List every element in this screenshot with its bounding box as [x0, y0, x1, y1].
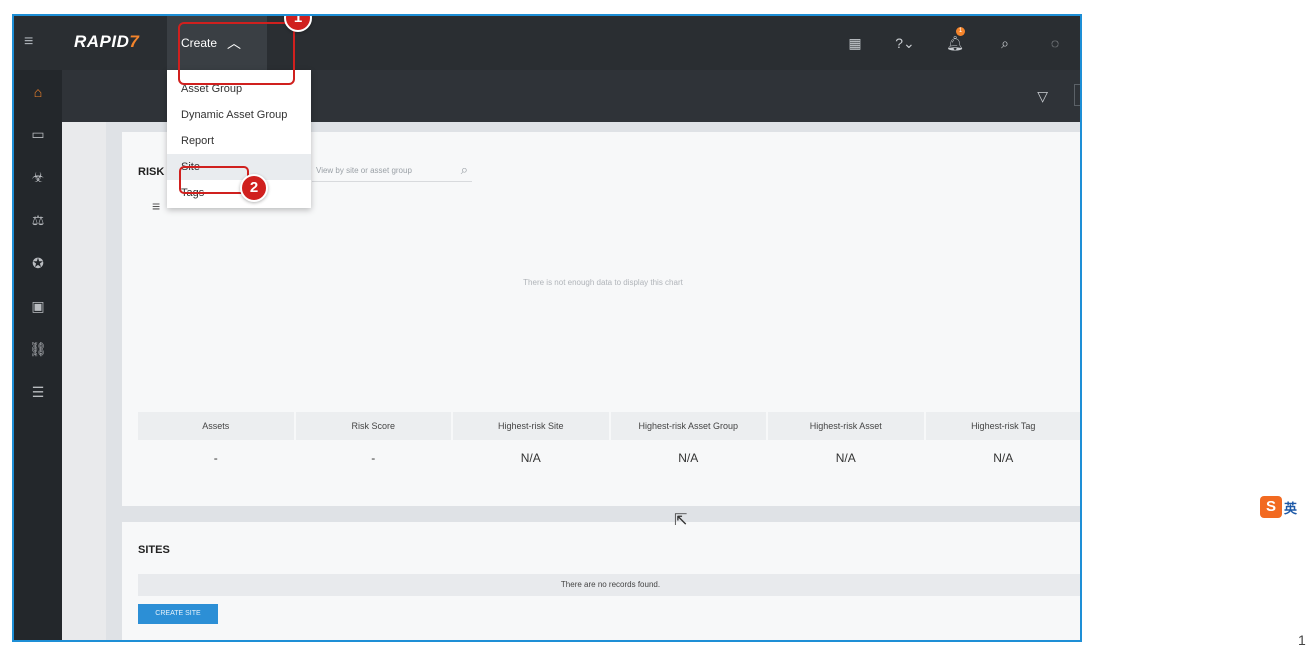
- notification-icon[interactable]: 🔔︎ 1: [930, 26, 980, 52]
- notification-badge: 1: [956, 26, 965, 36]
- sites-title: SITES: [138, 544, 170, 556]
- search-icon: ⌕: [460, 162, 468, 177]
- award-icon[interactable]: ✪: [14, 242, 62, 285]
- corner-text: 1: [1298, 632, 1306, 648]
- stats-header: Risk Score: [295, 412, 451, 440]
- stats-header: Highest-risk Site: [453, 412, 609, 440]
- no-records-message: There are no records found.: [138, 574, 1080, 596]
- empty-chart-message: There is not enough data to display this…: [523, 278, 683, 287]
- mouse-cursor-icon: ⇱: [674, 512, 688, 529]
- risk-stats-table: Assets Risk Score Highest-risk Site High…: [138, 412, 1080, 476]
- top-navigation-bar: ≡ RAPID7 Create ︿ ▦ ?⌄ 🔔︎ 1 ⌕ ◌: [14, 16, 1080, 70]
- stats-value: N/A: [678, 451, 699, 465]
- help-icon[interactable]: ?⌄: [880, 35, 930, 52]
- menu-item-report[interactable]: Report: [167, 128, 311, 154]
- list-icon[interactable]: ☰: [14, 371, 62, 414]
- sites-card: SITES There are no records found. CREATE…: [122, 522, 1080, 640]
- stats-value-row: - - N/A N/A N/A N/A: [138, 440, 1080, 476]
- home-icon[interactable]: ⌂: [14, 70, 62, 113]
- menu-item-dynamic-asset-group[interactable]: Dynamic Asset Group: [167, 102, 311, 128]
- search-icon[interactable]: ⌕: [980, 35, 1030, 52]
- reports-icon[interactable]: ▣: [14, 285, 62, 328]
- stats-value: N/A: [520, 451, 541, 465]
- search-placeholder: View by site or asset group: [316, 166, 412, 175]
- rapid7-logo[interactable]: RAPID7: [74, 32, 139, 52]
- step2-highlight: [179, 166, 249, 194]
- ime-indicator[interactable]: S 英: [1260, 496, 1297, 518]
- stats-header: Assets: [138, 412, 294, 440]
- app-window: ≡ RAPID7 Create ︿ ▦ ?⌄ 🔔︎ 1 ⌕ ◌ ⌂ ▭ ☣ ⚖ ✪…: [12, 14, 1082, 642]
- sogou-ime-icon: S: [1260, 496, 1282, 518]
- step1-highlight: [178, 22, 295, 85]
- policy-icon[interactable]: ⚖: [14, 199, 62, 242]
- header-icons: ▦ ?⌄ 🔔︎ 1 ⌕ ◌: [830, 16, 1080, 70]
- link-icon[interactable]: ⛓: [14, 328, 62, 371]
- step2-badge: 2: [240, 174, 268, 202]
- ime-language-label: 英: [1284, 500, 1298, 516]
- subbar-control[interactable]: [1074, 84, 1080, 106]
- stats-value: -: [371, 451, 376, 465]
- chart-menu-icon[interactable]: ≡: [152, 198, 160, 214]
- stats-header: Highest-risk Asset Group: [610, 412, 766, 440]
- site-search-input[interactable]: View by site or asset group ⌕: [312, 158, 472, 182]
- stats-value: N/A: [835, 451, 856, 465]
- logo-text: RAPID: [74, 32, 130, 51]
- monitor-icon[interactable]: ▭: [14, 113, 62, 156]
- stats-value: -: [213, 451, 218, 465]
- stats-header: Highest-risk Asset: [768, 412, 924, 440]
- stats-value: N/A: [993, 451, 1014, 465]
- biohazard-icon[interactable]: ☣: [14, 156, 62, 199]
- create-site-button[interactable]: CREATE SITE: [138, 604, 218, 624]
- stats-header: Highest-risk Tag: [925, 412, 1080, 440]
- user-icon[interactable]: ◌: [1030, 35, 1080, 51]
- logo-mark: 7: [129, 32, 140, 51]
- hamburger-menu-icon[interactable]: ≡: [24, 34, 40, 50]
- stats-header-row: Assets Risk Score Highest-risk Site High…: [138, 412, 1080, 440]
- filter-icon[interactable]: ▽: [1037, 88, 1048, 105]
- risk-card-title: RISK: [138, 166, 165, 178]
- left-sidebar: ⌂ ▭ ☣ ⚖ ✪ ▣ ⛓ ☰: [14, 70, 62, 640]
- calendar-icon[interactable]: ▦: [830, 35, 880, 52]
